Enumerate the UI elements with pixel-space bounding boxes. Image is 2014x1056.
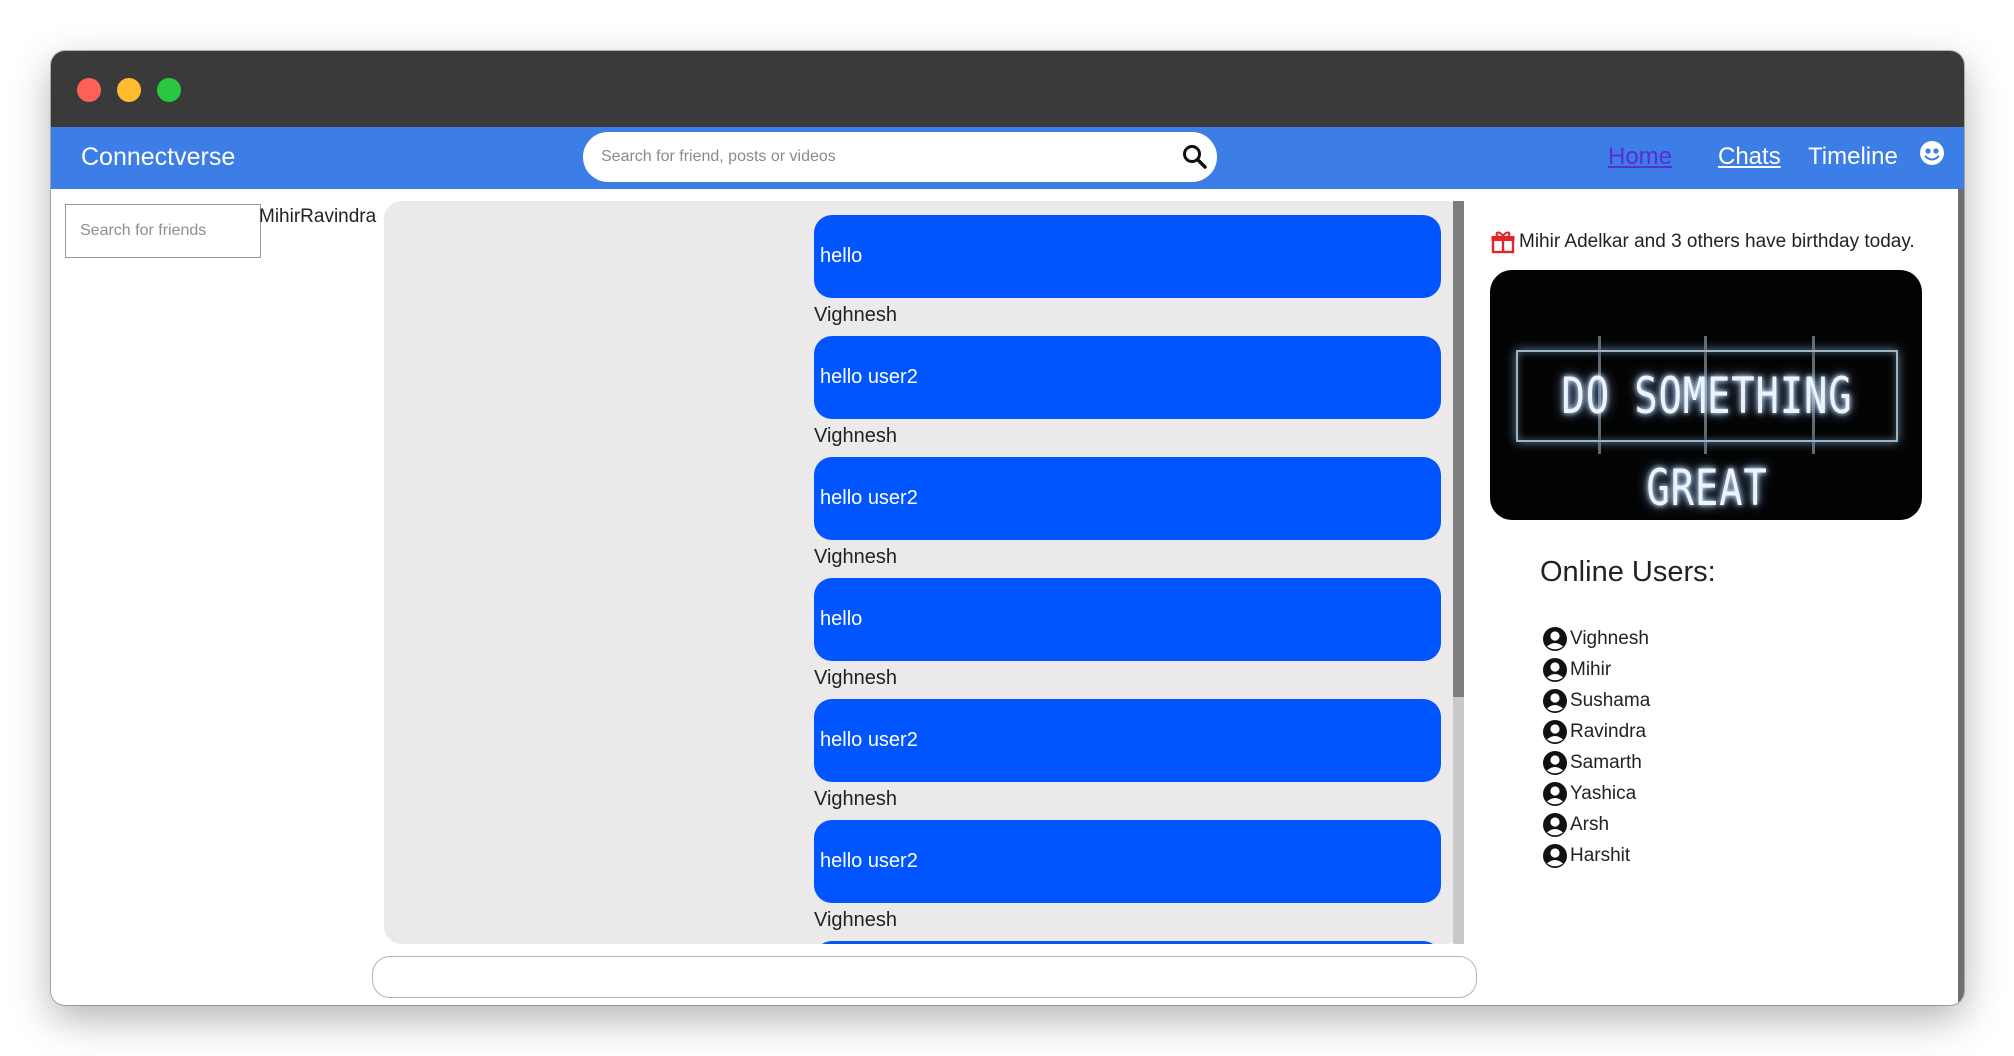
message-bubble: hello user2	[814, 699, 1441, 782]
online-user-name: Samarth	[1570, 752, 1642, 773]
message-bubble: hello user2	[814, 336, 1441, 419]
gift-icon	[1491, 231, 1515, 254]
online-user-item[interactable]: Sushama	[1542, 688, 1650, 714]
maximize-window-button[interactable]	[157, 78, 181, 102]
user-icon	[1543, 782, 1567, 806]
online-user-name: Harshit	[1570, 845, 1631, 866]
online-user-name: Yashica	[1570, 783, 1637, 804]
minimize-window-button[interactable]	[117, 78, 141, 102]
nav-chats-link[interactable]: Chats	[1718, 143, 1781, 171]
chat-message-panel[interactable]: hello Vighnesh hello user2 Vighnesh hell…	[384, 201, 1464, 944]
friend-search-input[interactable]	[66, 205, 260, 257]
user-icon	[1543, 720, 1567, 744]
chat-scrollbar[interactable]	[1453, 201, 1464, 944]
message-sender: Vighnesh	[814, 304, 898, 326]
message-bubble: hello user2	[814, 820, 1441, 903]
friend-search-box	[65, 204, 261, 258]
online-user-name: Arsh	[1570, 814, 1610, 835]
user-icon	[1543, 751, 1567, 775]
chat-message: hello user2 Vighnesh	[814, 699, 1441, 811]
user-icon	[1543, 844, 1567, 868]
nav-timeline-link[interactable]: Timeline	[1808, 143, 1898, 171]
online-user-name: Ravindra	[1570, 721, 1647, 742]
chat-scrollbar-thumb[interactable]	[1453, 201, 1464, 697]
birthday-notice: Mihir Adelkar and 3 others have birthday…	[1490, 229, 1915, 255]
user-icon	[1543, 689, 1567, 713]
chat-message: hello Vighnesh	[814, 215, 1441, 327]
online-user-item[interactable]: Harshit	[1542, 843, 1630, 869]
brand-logo[interactable]: Connectverse	[81, 143, 235, 172]
nav-home-link[interactable]: Home	[1608, 143, 1672, 171]
message-bubble: hello user2	[814, 457, 1441, 540]
chat-message: hello user2 Vighnesh	[814, 457, 1441, 569]
top-navbar: Connectverse Home Chats Timeline	[51, 127, 1964, 189]
friend-list-item[interactable]: MihirRavindra	[259, 206, 376, 228]
message-sender: Vighnesh	[814, 788, 898, 810]
online-user-name: Sushama	[1570, 690, 1651, 711]
promo-banner-image: DO SOMETHING GREAT	[1490, 270, 1922, 520]
online-user-item[interactable]: Samarth	[1542, 750, 1642, 776]
profile-icon[interactable]	[1918, 139, 1946, 167]
global-search-bar	[583, 132, 1217, 182]
online-user-item[interactable]: Mihir	[1542, 657, 1611, 683]
browser-window: Connectverse Home Chats Timeline MihirRa…	[51, 51, 1964, 1005]
close-window-button[interactable]	[77, 78, 101, 102]
message-bubble: hello	[814, 578, 1441, 661]
user-icon	[1543, 658, 1567, 682]
user-icon	[1543, 813, 1567, 837]
online-users-title: Online Users:	[1540, 556, 1716, 588]
message-sender: Vighnesh	[814, 425, 898, 447]
message-sender: Vighnesh	[814, 667, 898, 689]
online-user-item[interactable]: Ravindra	[1542, 719, 1646, 745]
message-bubble: hello	[814, 215, 1441, 298]
banner-neon-text: DO SOMETHING GREAT	[1561, 367, 1853, 517]
message-bubble	[814, 941, 1441, 944]
message-sender: Vighnesh	[814, 546, 898, 568]
page-scrollbar[interactable]	[1958, 189, 1964, 1005]
chat-message: hello Vighnesh	[814, 578, 1441, 690]
chat-message: hello user2 Vighnesh	[814, 336, 1441, 448]
message-input-field[interactable]	[372, 956, 1477, 998]
online-user-item[interactable]: Yashica	[1542, 781, 1636, 807]
online-user-name: Vighnesh	[1570, 628, 1649, 649]
online-user-item[interactable]: Vighnesh	[1542, 626, 1649, 652]
user-icon	[1543, 627, 1567, 651]
chat-message-partial	[814, 941, 1441, 944]
online-user-item[interactable]: Arsh	[1542, 812, 1609, 838]
global-search-input[interactable]	[601, 142, 1161, 172]
birthday-text: Mihir Adelkar and 3 others have birthday…	[1519, 231, 1915, 252]
search-icon[interactable]	[1181, 143, 1209, 171]
window-titlebar	[51, 51, 1964, 127]
message-sender: Vighnesh	[814, 909, 898, 931]
chat-message: hello user2 Vighnesh	[814, 820, 1441, 932]
online-user-name: Mihir	[1570, 659, 1612, 680]
